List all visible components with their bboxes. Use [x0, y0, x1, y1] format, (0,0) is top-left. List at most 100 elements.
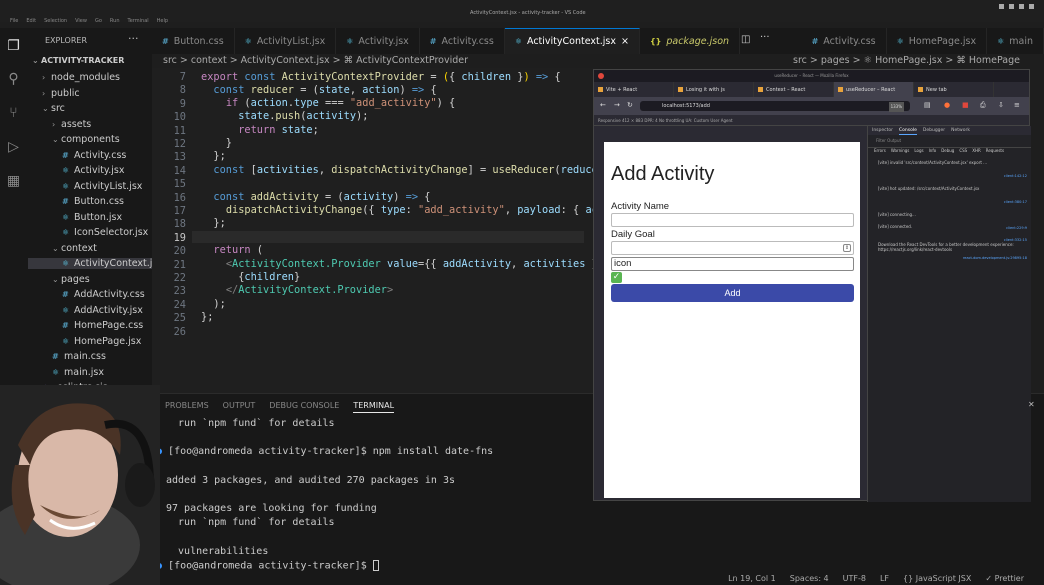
panel-tab-debug-console[interactable]: DEBUG CONSOLE — [269, 401, 339, 413]
run-debug-icon[interactable]: ▷ — [5, 139, 22, 156]
number-spinner-icon[interactable]: ⇕ — [843, 244, 851, 252]
toolbar-icon[interactable]: ⇩ — [998, 101, 1004, 109]
search-icon[interactable]: ⚲ — [5, 71, 22, 88]
panel-tab-terminal[interactable]: TERMINAL — [353, 401, 395, 413]
tray-icon[interactable] — [999, 4, 1004, 9]
file-item[interactable]: ⚛ HomePage.jsx — [28, 336, 152, 347]
console-source-link[interactable]: client:380:17 — [1004, 200, 1027, 204]
tab-activity-css[interactable]: # Activity.css — [420, 28, 505, 54]
browser-tab[interactable]: Vite + React — [594, 82, 674, 97]
console-level-css[interactable]: CSS — [959, 148, 967, 153]
console-level-debug[interactable]: Debug — [941, 148, 954, 153]
panel-tab-output[interactable]: OUTPUT — [223, 401, 256, 413]
devtools-tab-console[interactable]: Console — [899, 126, 917, 135]
file-item[interactable]: ⚛ ActivityContext.jsx — [28, 258, 163, 269]
folder-item[interactable]: › public — [28, 88, 152, 99]
more-actions-icon[interactable]: ··· — [128, 32, 139, 45]
tray-icon[interactable] — [1029, 4, 1034, 9]
console-level-errors[interactable]: Errors — [874, 148, 886, 153]
extension-icon[interactable]: ■ — [962, 101, 969, 109]
menu-item[interactable]: Terminal — [128, 18, 149, 24]
devtools-tab-inspector[interactable]: Inspector — [872, 126, 893, 135]
tray-icon[interactable] — [1009, 4, 1014, 9]
toolbar-icon[interactable]: ▤ — [924, 101, 931, 109]
menu-item[interactable]: Selection — [44, 18, 67, 24]
console-level-logs[interactable]: Logs — [914, 148, 923, 153]
folder-item[interactable]: ⌄ src — [28, 103, 152, 114]
file-item[interactable]: ⚛ main.jsx — [28, 367, 152, 378]
tab-homepage-jsx[interactable]: ⚛ HomePage.jsx — [887, 28, 988, 54]
file-item[interactable]: ⚛ Button.jsx — [28, 212, 152, 223]
encoding[interactable]: UTF-8 — [843, 574, 866, 583]
tab-main[interactable]: ⚛ main — [987, 28, 1044, 54]
menu-item[interactable]: Run — [110, 18, 120, 24]
indentation[interactable]: Spaces: 4 — [790, 574, 829, 583]
menu-item[interactable]: Help — [157, 18, 168, 24]
file-item[interactable]: # AddActivity.css — [28, 289, 152, 300]
file-item[interactable]: # Activity.css — [28, 150, 152, 161]
file-item[interactable]: # Button.css — [28, 196, 152, 207]
tab-activity-jsx[interactable]: ⚛ Activity.jsx — [336, 28, 420, 54]
line-ending[interactable]: LF — [880, 574, 889, 583]
browser-tab[interactable]: New tab — [914, 82, 994, 97]
folder-item[interactable]: ⌄ context — [28, 243, 152, 254]
icon-input[interactable]: icon — [611, 257, 854, 271]
extensions-icon[interactable]: ▦ — [5, 173, 22, 190]
tab-activitycontext-jsx[interactable]: ⚛ ActivityContext.jsx × — [504, 28, 640, 54]
file-item[interactable]: ⚛ ActivityList.jsx — [28, 181, 152, 192]
file-item[interactable]: # main.css — [28, 351, 152, 362]
close-icon[interactable]: × — [621, 36, 629, 47]
menu-item[interactable]: Go — [95, 18, 102, 24]
prettier-status[interactable]: ✓ Prettier — [985, 574, 1024, 583]
tab-package-json[interactable]: {} package.json — [640, 28, 741, 54]
menu-item[interactable]: View — [75, 18, 87, 24]
browser-tab[interactable]: Losing it with js — [674, 82, 754, 97]
tray-icon[interactable] — [1019, 4, 1024, 9]
panel-tab-problems[interactable]: PROBLEMS — [165, 401, 209, 413]
extension-icon[interactable]: ● — [944, 101, 950, 109]
folder-item[interactable]: ⌄ components — [28, 134, 152, 145]
explorer-icon[interactable]: ❐ — [5, 38, 22, 55]
activity-name-input[interactable] — [611, 213, 854, 227]
folder-item[interactable]: › node_modules — [28, 72, 152, 83]
console-level-warnings[interactable]: Warnings — [891, 148, 910, 153]
console-filter-input[interactable]: Filter Output — [868, 135, 1031, 148]
file-item[interactable]: # HomePage.css — [28, 320, 152, 331]
split-editor-icon[interactable]: ◫ — [741, 34, 750, 45]
tab-activitylist-jsx[interactable]: ⚛ ActivityList.jsx — [235, 28, 337, 54]
daily-goal-input[interactable]: ⇕ — [611, 241, 854, 255]
explorer-root[interactable]: ⌄ ACTIVITY-TRACKER — [32, 56, 124, 65]
devtools-tab-debugger[interactable]: Debugger — [923, 126, 945, 135]
cursor-position[interactable]: Ln 19, Col 1 — [728, 574, 776, 583]
breadcrumb[interactable]: src > context > ActivityContext.jsx > ⌘ … — [163, 55, 468, 66]
tab-button-css[interactable]: # Button.css — [152, 28, 235, 54]
reload-icon[interactable]: ↻ — [627, 101, 633, 109]
browser-tab[interactable]: useReducer – React — [834, 82, 914, 97]
add-button[interactable]: Add — [611, 284, 854, 302]
code-editor[interactable]: 7 8 9 10 11 12 13 14 15 16 17 18 19 20 21 22 23 24 25 26 ex… — [152, 68, 610, 393]
close-icon[interactable]: ✕ — [1028, 400, 1035, 409]
forward-icon[interactable]: → — [614, 101, 620, 109]
console-level-info[interactable]: Info — [929, 148, 937, 153]
url-bar[interactable]: localhost:5173/add 133% — [640, 101, 910, 112]
tab-activity-css[interactable]: # Activity.css — [802, 28, 887, 54]
breadcrumb-right[interactable]: src > pages > ⚛ HomePage.jsx > ⌘ HomePag… — [793, 55, 1020, 66]
language-mode[interactable]: {} JavaScript JSX — [903, 574, 971, 583]
console-level-requests[interactable]: Requests — [986, 148, 1004, 153]
source-control-icon[interactable]: ⑂ — [5, 105, 22, 122]
close-window-button[interactable] — [598, 73, 604, 79]
console-level-xhr[interactable]: XHR — [972, 148, 981, 153]
menu-item[interactable]: File — [10, 18, 18, 24]
back-icon[interactable]: ← — [600, 101, 606, 109]
more-actions-icon[interactable]: ··· — [760, 32, 770, 43]
menu-item[interactable]: Edit — [26, 18, 36, 24]
console-source-link[interactable]: react-dom.development.js:29895:18 — [963, 256, 1027, 260]
toolbar-icon[interactable]: ⎙ — [980, 101, 986, 110]
folder-item[interactable]: ⌄ pages — [28, 274, 152, 285]
file-item[interactable]: ⚛ AddActivity.jsx — [28, 305, 152, 316]
file-item[interactable]: ⚛ Activity.jsx — [28, 165, 152, 176]
menu-icon[interactable]: ≡ — [1014, 101, 1020, 109]
console-source-link[interactable]: client:142:12 — [1004, 174, 1027, 178]
folder-item[interactable]: › assets — [28, 119, 152, 130]
file-item[interactable]: ⚛ IconSelector.jsx — [28, 227, 152, 238]
